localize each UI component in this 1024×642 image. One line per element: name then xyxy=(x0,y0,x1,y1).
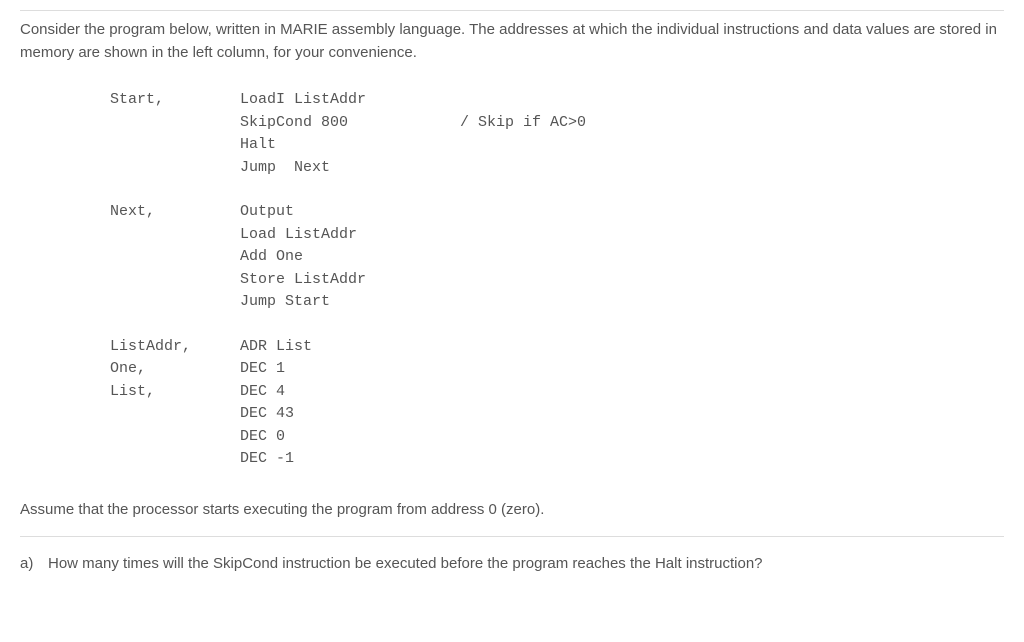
code-line: Add One xyxy=(110,246,1004,269)
code-line: DEC 0 xyxy=(110,426,1004,449)
code-instruction: DEC 43 xyxy=(240,403,460,426)
code-section: ListAddr, ADR List One, DEC 1 List, DEC … xyxy=(110,336,1004,471)
code-label xyxy=(110,224,240,247)
code-label xyxy=(110,134,240,157)
code-line: DEC -1 xyxy=(110,448,1004,471)
code-line: Jump Start xyxy=(110,291,1004,314)
code-instruction: DEC 0 xyxy=(240,426,460,449)
code-comment: / Skip if AC>0 xyxy=(460,112,586,135)
code-label xyxy=(110,269,240,292)
code-block: Start, LoadI ListAddr SkipCond 800 / Ski… xyxy=(110,89,1004,471)
code-line: DEC 43 xyxy=(110,403,1004,426)
code-label: List, xyxy=(110,381,240,404)
code-line: One, DEC 1 xyxy=(110,358,1004,381)
question-text: How many times will the SkipCond instruc… xyxy=(48,555,763,572)
code-instruction: LoadI ListAddr xyxy=(240,89,460,112)
code-line: Store ListAddr xyxy=(110,269,1004,292)
code-instruction: Add One xyxy=(240,246,460,269)
code-line: ListAddr, ADR List xyxy=(110,336,1004,359)
code-label xyxy=(110,246,240,269)
code-label: One, xyxy=(110,358,240,381)
code-instruction: Load ListAddr xyxy=(240,224,460,247)
code-instruction: Jump Next xyxy=(240,157,460,180)
code-instruction: DEC -1 xyxy=(240,448,460,471)
code-label: Next, xyxy=(110,201,240,224)
code-instruction: Store ListAddr xyxy=(240,269,460,292)
code-label xyxy=(110,157,240,180)
code-line: Jump Next xyxy=(110,157,1004,180)
code-section: Start, LoadI ListAddr SkipCond 800 / Ski… xyxy=(110,89,1004,179)
code-line: Next, Output xyxy=(110,201,1004,224)
code-instruction: Jump Start xyxy=(240,291,460,314)
assume-text: Assume that the processor starts executi… xyxy=(20,501,1004,537)
code-label xyxy=(110,112,240,135)
code-line: Halt xyxy=(110,134,1004,157)
code-label xyxy=(110,448,240,471)
code-instruction: SkipCond 800 xyxy=(240,112,460,135)
code-label xyxy=(110,426,240,449)
code-label: Start, xyxy=(110,89,240,112)
code-label xyxy=(110,291,240,314)
code-instruction: ADR List xyxy=(240,336,460,359)
code-instruction: Output xyxy=(240,201,460,224)
code-section: Next, Output Load ListAddr Add One Store… xyxy=(110,201,1004,314)
code-instruction: DEC 1 xyxy=(240,358,460,381)
code-line: Load ListAddr xyxy=(110,224,1004,247)
code-instruction: Halt xyxy=(240,134,460,157)
intro-text: Consider the program below, written in M… xyxy=(20,10,1004,64)
question-label: a) xyxy=(20,555,48,572)
code-line: List, DEC 4 xyxy=(110,381,1004,404)
question-a: a) How many times will the SkipCond inst… xyxy=(20,555,1004,582)
code-line: SkipCond 800 / Skip if AC>0 xyxy=(110,112,1004,135)
code-label: ListAddr, xyxy=(110,336,240,359)
code-instruction: DEC 4 xyxy=(240,381,460,404)
code-line: Start, LoadI ListAddr xyxy=(110,89,1004,112)
code-label xyxy=(110,403,240,426)
